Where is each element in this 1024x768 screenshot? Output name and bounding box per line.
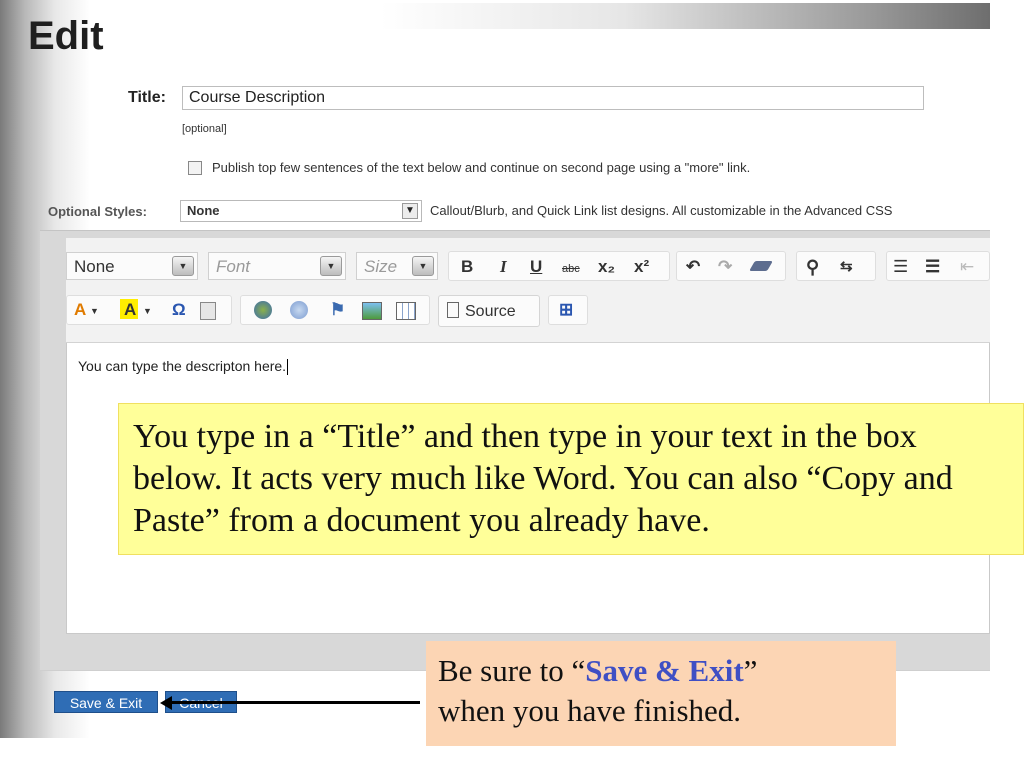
image-icon[interactable] [362, 302, 382, 320]
chevron-down-icon[interactable]: ▼ [412, 256, 434, 276]
chevron-down-icon[interactable]: ▼ [90, 306, 99, 316]
strikethrough-button[interactable]: abc [562, 259, 580, 279]
optional-styles-help: Callout/Blurb, and Quick Link list desig… [430, 203, 893, 218]
special-char-icon[interactable]: Ω [172, 300, 186, 320]
font-placeholder: Font [216, 257, 251, 276]
table-icon[interactable] [396, 302, 416, 320]
editor-content[interactable]: You can type the descripton here. [78, 358, 289, 376]
page-break-icon[interactable] [200, 302, 216, 320]
numbered-list-icon[interactable]: ☰ [893, 257, 908, 277]
size-placeholder: Size [364, 257, 398, 276]
underline-button[interactable]: U [530, 257, 542, 277]
title-label: Title: [128, 89, 166, 106]
optional-styles-value: None [187, 203, 220, 218]
title-input[interactable]: Course Description [182, 86, 924, 110]
size-combo[interactable]: Size ▼ [356, 252, 438, 280]
format-value: None [74, 257, 115, 276]
save-callout-highlight: Save & Exit [585, 653, 744, 688]
anchor-flag-icon[interactable]: ⚑ [330, 300, 345, 320]
instruction-callout: You type in a “Title” and then type in y… [118, 403, 1024, 555]
maximize-icon[interactable]: ⊞ [559, 300, 573, 320]
replace-icon[interactable]: ⇆ [840, 257, 853, 277]
superscript-button[interactable]: x² [634, 257, 649, 277]
pointer-arrow-head [160, 696, 172, 710]
font-combo[interactable]: Font ▼ [208, 252, 346, 280]
chevron-down-icon[interactable]: ▼ [172, 256, 194, 276]
bullet-list-icon[interactable]: ☰ [925, 257, 940, 277]
format-combo[interactable]: None ▼ [66, 252, 198, 280]
outdent-icon[interactable]: ⇤ [960, 257, 974, 277]
find-icon[interactable]: ⚲ [806, 257, 819, 277]
unlink-icon[interactable] [290, 301, 308, 319]
highlight-letter-icon: A [124, 300, 137, 319]
save-callout-line1: Be sure to “Save & Exit” [438, 653, 758, 688]
publish-checkbox[interactable] [188, 160, 202, 175]
pointer-arrow-line [168, 701, 420, 704]
optional-note: [optional] [182, 123, 227, 135]
source-label: Source [465, 303, 516, 320]
document-icon [447, 302, 459, 318]
save-callout: Be sure to “Save & Exit” when you have f… [426, 641, 896, 746]
publish-label: Publish top few sentences of the text be… [212, 160, 751, 175]
text-caret [287, 359, 289, 376]
save-exit-button[interactable]: Save & Exit [54, 691, 158, 713]
chevron-down-icon[interactable]: ▼ [402, 203, 418, 219]
save-callout-line2: when you have finished. [438, 693, 742, 728]
bold-button[interactable]: B [461, 257, 473, 277]
page-title: Edit [28, 14, 104, 58]
chevron-down-icon[interactable]: ▼ [320, 256, 342, 276]
header-gradient-bar [380, 3, 990, 29]
undo-icon[interactable]: ↶ [686, 257, 700, 277]
redo-icon[interactable]: ↷ [718, 257, 732, 277]
text-color-icon[interactable]: A [74, 300, 86, 320]
optional-styles-select[interactable]: None ▼ [180, 200, 422, 222]
chevron-down-icon[interactable]: ▼ [143, 306, 152, 316]
link-icon[interactable] [254, 301, 272, 319]
subscript-button[interactable]: x₂ [598, 257, 615, 277]
italic-button[interactable]: I [500, 257, 507, 277]
publish-row: Publish top few sentences of the text be… [188, 160, 750, 175]
source-button[interactable]: Source [438, 295, 540, 327]
optional-styles-label: Optional Styles: [48, 204, 147, 219]
